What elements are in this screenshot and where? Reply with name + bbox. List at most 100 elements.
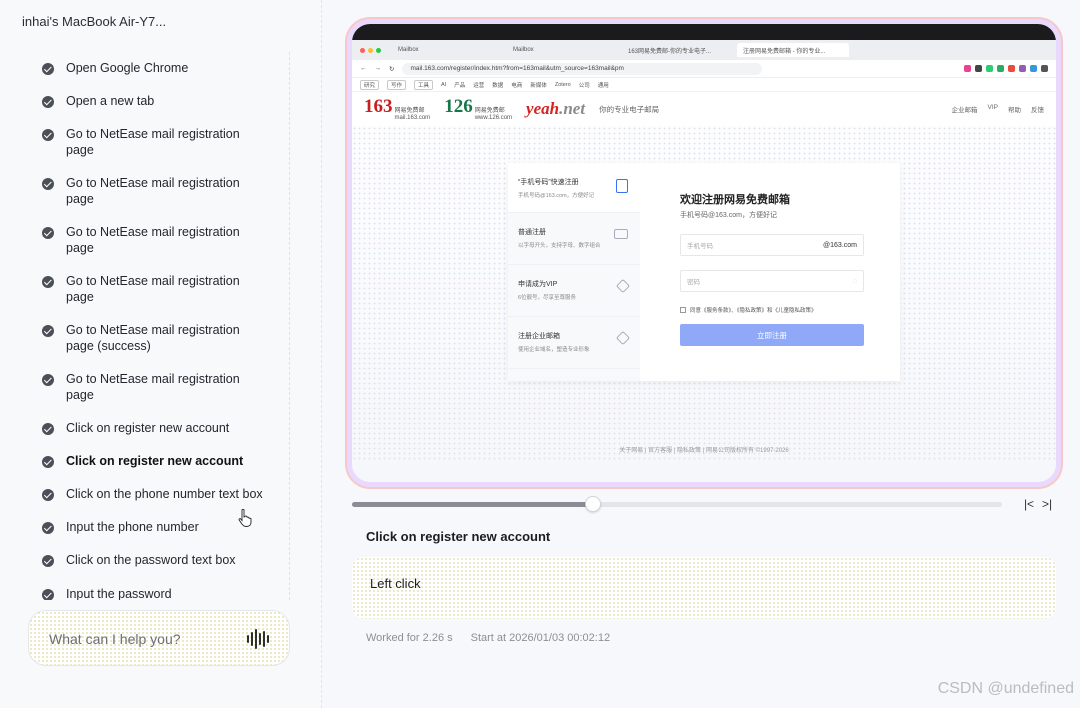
site-top-nav: 企业邮箱 VIP 帮助 反馈 (952, 104, 1044, 114)
step-label: Go to NetEase mail registration page (66, 127, 240, 157)
chat-input-placeholder: What can I help you? (49, 631, 181, 647)
eye-icon[interactable]: ◌ (853, 278, 857, 285)
left-panel: inhai's MacBook Air-Y7... Open Google Ch… (0, 0, 322, 708)
check-circle-icon (42, 456, 54, 468)
site-slogan: 你的专业电子邮局 (599, 104, 660, 114)
bookmark-folder[interactable]: 电商 (511, 81, 522, 89)
step-item[interactable]: Click on the phone number text box (42, 486, 266, 502)
step-item[interactable]: Open a new tab (42, 93, 266, 109)
site-header: 163 网易免费邮 mail.163.com 126 网易免费邮 www.126.c… (352, 92, 1056, 126)
check-circle-icon (42, 325, 54, 337)
option-enterprise[interactable]: 注册企业邮箱 使用企业域名，塑造专业形象 (508, 317, 640, 369)
start-time: Start at 2026/01/03 00:02:12 (470, 632, 611, 644)
step-item[interactable]: Input the phone number (42, 519, 266, 535)
step-label: Open Google Chrome (66, 61, 189, 75)
logo-yeah[interactable]: yeah.net (526, 99, 585, 119)
nav-link[interactable]: 企业邮箱 (952, 104, 978, 114)
bookmark-tag[interactable]: 工具 (414, 79, 434, 90)
device-name[interactable]: inhai's MacBook Air-Y7... (22, 14, 166, 29)
registration-form: 欢迎注册网易免费邮箱 手机号码@163.com，方便好记 手机号码 @163.c… (640, 163, 900, 381)
step-item[interactable]: Click on register new account (42, 420, 266, 436)
password-input[interactable]: 密码 ◌ (680, 270, 864, 292)
logo-163[interactable]: 163 网易免费邮 mail.163.com (364, 96, 430, 122)
check-circle-icon (42, 522, 54, 534)
step-item[interactable]: Go to NetEase mail registration page (42, 126, 266, 158)
option-phone-register[interactable]: “手机号码”快速注册 手机号码@163.com，方便好记 (508, 163, 640, 213)
bookmark-folder[interactable]: AI (441, 82, 446, 88)
logo-126[interactable]: 126 网易免费邮 www.126.com (444, 96, 512, 122)
bookmark-folder[interactable]: Zotero (555, 82, 571, 88)
voice-wave-icon[interactable] (247, 629, 269, 649)
site-footer: 关于网易 | 官方客服 | 隐私政策 | 网易公司版权所有 ©1997-2026 (619, 448, 789, 454)
nav-link[interactable]: 帮助 (1008, 104, 1021, 114)
browser-tab[interactable]: 163网易免费邮-你的专业电子... (622, 43, 734, 57)
step-label: Input the password (66, 587, 172, 600)
check-circle-icon (42, 589, 54, 600)
browser-tab-active[interactable]: 注册网易免费邮箱 - 你的专业... (737, 43, 849, 57)
step-label: Input the phone number (66, 520, 199, 534)
browser-tab[interactable]: Mailbox (507, 43, 619, 57)
check-circle-icon (42, 178, 54, 190)
watermark: CSDN @undefined (937, 680, 1074, 697)
step-item[interactable]: Go to NetEase mail registration page (su… (42, 322, 266, 354)
browser-toolbar: ← → ↻ mail.163.com/register/index.htm?fr… (352, 60, 1056, 78)
bookmark-folder[interactable]: 产品 (454, 81, 465, 89)
reload-icon[interactable]: ↻ (389, 65, 394, 73)
step-item[interactable]: Go to NetEase mail registration page (42, 175, 266, 207)
bookmark-tag[interactable]: 写作 (387, 79, 407, 90)
check-circle-icon (42, 63, 54, 75)
check-circle-icon (42, 489, 54, 501)
option-normal-register[interactable]: 普通注册 以字母开头，支持字母、数字组合 (508, 213, 640, 265)
step-item[interactable]: Click on the password text box (42, 552, 266, 568)
nav-link[interactable]: 反馈 (1031, 104, 1044, 114)
check-circle-icon (42, 276, 54, 288)
address-bar[interactable]: mail.163.com/register/index.htm?from=163… (402, 62, 763, 75)
action-box: Left click (352, 557, 1056, 619)
check-circle-icon (42, 227, 54, 239)
browser-tab-bar: Mailbox Mailbox 163网易免费邮-你的专业电子... 注册网易免… (352, 40, 1056, 60)
step-label: Go to NetEase mail registration page (66, 225, 240, 255)
nav-link[interactable]: VIP (988, 104, 998, 114)
step-item[interactable]: Input the password (42, 586, 266, 600)
window-controls (360, 47, 381, 53)
skip-forward-icon[interactable]: >| (1040, 496, 1054, 512)
step-label: Go to NetEase mail registration page (66, 372, 240, 402)
registration-page: 推荐 “手机号码”快速注册 手机号码@163.com，方便好记 普通注册 以字母… (352, 126, 1056, 462)
step-label: Go to NetEase mail registration page (66, 176, 240, 206)
back-icon[interactable]: ← (360, 65, 367, 72)
email-suffix: @163.com (823, 241, 857, 249)
step-label: Go to NetEase mail registration page (su… (66, 323, 240, 353)
skip-back-icon[interactable]: |< (1022, 496, 1036, 512)
forward-icon[interactable]: → (375, 65, 382, 72)
check-circle-icon (42, 129, 54, 141)
agree-checkbox[interactable] (680, 307, 686, 313)
step-label: Click on register new account (66, 454, 244, 468)
option-vip[interactable]: 申请成为VIP 6位靓号，尽享至尊服务 (508, 265, 640, 317)
phone-number-input[interactable]: 手机号码 @163.com (680, 234, 864, 256)
step-item[interactable]: Click on register new account (42, 453, 266, 469)
agree-checkbox-row[interactable]: 同意《服务条款》、《隐私政策》和《儿童隐私政策》 (680, 306, 864, 314)
step-item[interactable]: Open Google Chrome (42, 60, 266, 76)
check-circle-icon (42, 374, 54, 386)
screenshot-preview: Mailbox Mailbox 163网易免费邮-你的专业电子... 注册网易免… (352, 24, 1056, 482)
current-step-title: Click on register new account (366, 529, 551, 544)
bookmark-folder[interactable]: 公司 (579, 81, 590, 89)
timeline-slider[interactable] (352, 496, 1002, 512)
form-title: 欢迎注册网易免费邮箱 (680, 194, 790, 206)
browser-tab[interactable]: Mailbox (392, 43, 504, 57)
bookmark-folder[interactable]: 新媒体 (530, 81, 547, 89)
bookmark-tag[interactable]: 研究 (360, 79, 380, 90)
bookmark-folder[interactable]: 运营 (473, 81, 484, 89)
bookmark-folder[interactable]: 数据 (492, 81, 503, 89)
register-button[interactable]: 立即注册 (680, 324, 864, 346)
extension-icons (964, 65, 1048, 72)
timeline-handle[interactable] (584, 496, 601, 512)
chat-input[interactable]: What can I help you? (28, 610, 290, 666)
step-label: Open a new tab (66, 94, 155, 108)
step-label: Click on the phone number text box (66, 487, 263, 501)
bookmark-folder[interactable]: 通用 (598, 81, 609, 89)
step-item[interactable]: Go to NetEase mail registration page (42, 273, 266, 305)
step-item[interactable]: Go to NetEase mail registration page (42, 224, 266, 256)
timeline-progress (352, 502, 593, 507)
step-item[interactable]: Go to NetEase mail registration page (42, 371, 266, 403)
